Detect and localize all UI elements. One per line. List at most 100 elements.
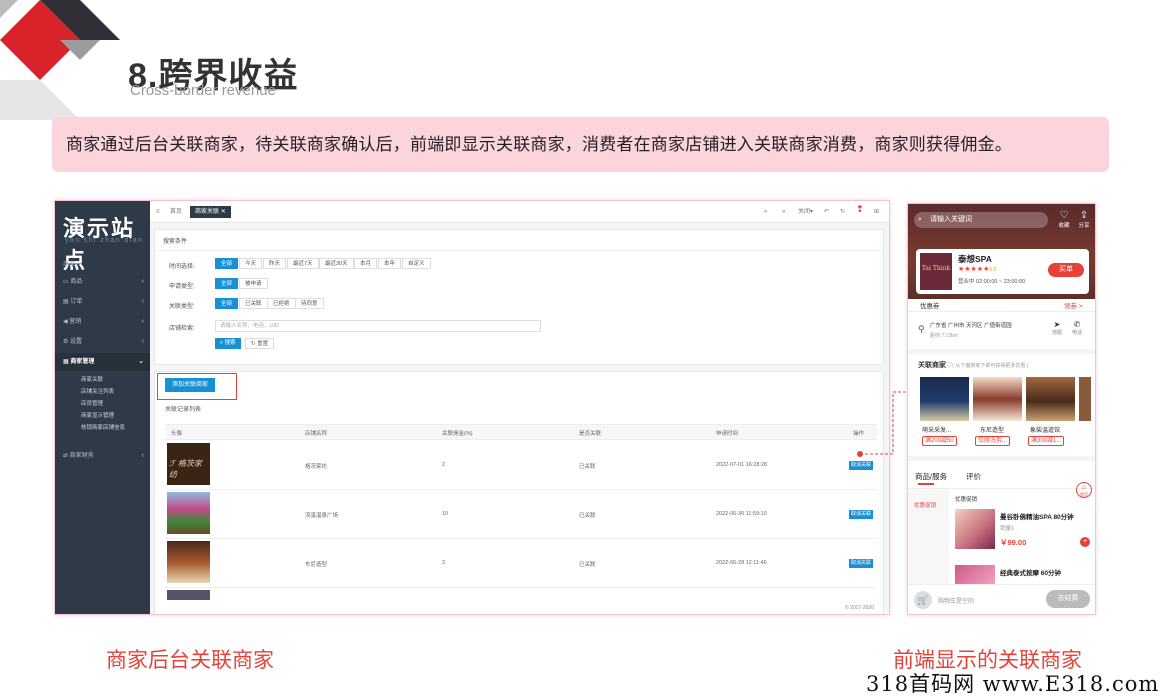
filter-option[interactable]: 昨天 bbox=[263, 258, 287, 269]
tab-indicator bbox=[918, 483, 934, 485]
coupon-more-link[interactable]: 领券 > bbox=[1064, 300, 1083, 310]
search-icon: ⌕ bbox=[918, 216, 922, 223]
product-name[interactable]: 曼谷卧佛精油SPA 80分钟 bbox=[1000, 511, 1074, 521]
tab-home[interactable]: 首页 bbox=[170, 206, 182, 218]
refresh-icon[interactable]: ↻ bbox=[840, 206, 845, 218]
related-store-image[interactable] bbox=[1079, 377, 1091, 421]
watermark: 318首码网 www.E318.com bbox=[866, 672, 1160, 696]
filter-option[interactable]: 最近30天 bbox=[319, 258, 354, 269]
table-header bbox=[165, 424, 877, 440]
sidebar-item-orders[interactable]: ▤ 订单 ‹ bbox=[55, 293, 150, 311]
close-icon[interactable]: ✕ bbox=[221, 209, 226, 215]
prev-icon[interactable]: « bbox=[764, 206, 767, 218]
mobile-search-input[interactable]: ⌕ 请输入关键词 bbox=[914, 212, 1048, 228]
search-button[interactable]: ⌕ 搜索 bbox=[215, 338, 241, 349]
share-button[interactable]: ⇪ 分享 bbox=[1076, 210, 1092, 229]
section-title: 优惠促销 bbox=[955, 497, 978, 503]
next-icon[interactable]: » bbox=[782, 206, 785, 218]
caption-admin: 商家后台关联商家 bbox=[106, 649, 274, 672]
related-store-image[interactable] bbox=[1026, 377, 1075, 421]
submenu-item[interactable]: 店员管理 bbox=[81, 399, 103, 410]
phone-icon: ✆ bbox=[1073, 320, 1081, 329]
related-store-name[interactable]: 象柴温道馆 bbox=[1030, 425, 1060, 434]
submenu-item[interactable]: 核销商家店铺信息 bbox=[81, 423, 125, 434]
cancel-relation-button[interactable]: 取消关联 bbox=[849, 559, 874, 568]
related-store-name[interactable]: 东尼造型 bbox=[980, 425, 1004, 434]
heart-icon: ♡ bbox=[1059, 210, 1069, 221]
sidebar-item-finance[interactable]: ⇄ 商家财务 ‹ bbox=[55, 447, 150, 465]
star-icon: ★★★★★ bbox=[958, 266, 990, 273]
close-menu[interactable]: 关闭▾ bbox=[798, 206, 813, 218]
home-float-button[interactable]: ⌂ 首页 bbox=[1076, 482, 1092, 498]
add-to-cart-button[interactable]: + bbox=[1080, 537, 1090, 547]
tab-goods[interactable]: 商品/服务 bbox=[915, 471, 947, 482]
related-title: 关联商家♡( 从下面商家下单可获得更多优惠 ) bbox=[918, 362, 1029, 369]
filter-option[interactable]: 全部 bbox=[215, 298, 239, 309]
store-avatar bbox=[167, 590, 210, 600]
settings-icon: ⚙ bbox=[63, 339, 71, 345]
sidebar-item-marketing[interactable]: ◀ 营销 ‹ bbox=[55, 313, 150, 331]
back-icon[interactable]: ↶ bbox=[824, 206, 829, 218]
sidebar-item-store[interactable]: ▦ 商家管理 ⌄ bbox=[55, 353, 150, 371]
cancel-relation-button[interactable]: 取消关联 bbox=[849, 510, 874, 519]
search-card-title: 搜索条件 bbox=[163, 239, 188, 245]
filter-option[interactable]: 今天 bbox=[239, 258, 263, 269]
coupon-label: 优惠券 bbox=[920, 303, 940, 310]
filter-option[interactable]: 本年 bbox=[378, 258, 402, 269]
filter-option[interactable]: 被申请 bbox=[239, 278, 268, 289]
notification-icon[interactable]: ❢ bbox=[856, 203, 864, 215]
product-name[interactable]: 经典泰式按摩 60分钟 bbox=[1000, 567, 1061, 577]
product-image[interactable] bbox=[955, 565, 995, 584]
cart-icon[interactable]: 🛒 bbox=[914, 591, 932, 609]
related-store-tag: 满200减50 bbox=[922, 436, 957, 446]
add-related-store-button[interactable]: 添加关联商家 bbox=[165, 378, 216, 392]
filter-option[interactable]: 最近7天 bbox=[287, 258, 319, 269]
filter-option[interactable]: 全部 bbox=[215, 258, 239, 269]
mobile-preview: ⌕ 请输入关键词 ♡ 收藏 ⇪ 分享 Tai Think 泰想SPA ★★★★★5.0… bbox=[907, 203, 1096, 615]
checkout-button[interactable]: 去结算 bbox=[1046, 590, 1090, 608]
store-name: 流溪温泉广场 bbox=[305, 513, 339, 519]
store-avatar bbox=[167, 492, 210, 534]
filter-option[interactable]: 已拒绝 bbox=[267, 298, 296, 309]
tab-store-relation[interactable]: 商家关联 ✕ bbox=[190, 206, 231, 218]
fullscreen-icon[interactable]: ⊞ bbox=[874, 206, 879, 218]
sidebar-item-settings[interactable]: ⚙ 设置 ‹ bbox=[55, 333, 150, 351]
admin-content: 搜索条件 时间选择: 全部 今天 昨天 最近7天 最近30天 本月 本年 自定义… bbox=[150, 223, 889, 614]
star-rating: ★★★★★5.0 bbox=[958, 266, 997, 273]
filter-option[interactable]: 待同意 bbox=[295, 298, 324, 309]
filter-option[interactable]: 本月 bbox=[354, 258, 378, 269]
sidebar-home[interactable]: 商家 › bbox=[63, 259, 79, 268]
product-image[interactable] bbox=[955, 509, 995, 549]
pay-button[interactable]: 买单 bbox=[1048, 263, 1084, 277]
related-store-image[interactable] bbox=[920, 377, 969, 421]
cancel-relation-button[interactable]: 取消关联 bbox=[849, 461, 874, 470]
call-button[interactable]: ✆ 电话 bbox=[1072, 320, 1082, 336]
filter-option[interactable]: 自定义 bbox=[402, 258, 431, 269]
admin-sidebar: 演示站点 yan shi zhan dian 商家 › ▭ 商品 ‹ ▤ 订单 ‹ … bbox=[55, 201, 150, 614]
cart-status: 购物车是空的 bbox=[938, 599, 975, 605]
related-store-name[interactable]: 萌采采发... bbox=[922, 425, 951, 434]
category-promo[interactable]: 优惠促销 bbox=[914, 501, 936, 509]
filter-option[interactable]: 已关联 bbox=[239, 298, 268, 309]
related-store-image[interactable] bbox=[973, 377, 1022, 421]
submenu-item[interactable]: 店铺关注列表 bbox=[81, 387, 114, 398]
map-button[interactable]: ➤ 地图 bbox=[1052, 320, 1062, 336]
submenu-item[interactable]: 商家关联 bbox=[81, 375, 103, 386]
copyright: © 2017-2020 bbox=[845, 605, 874, 611]
commission: 2 bbox=[442, 462, 446, 468]
product-price: ￥99.00 bbox=[1000, 538, 1027, 547]
tab-reviews[interactable]: 评价 bbox=[966, 471, 981, 482]
filter-option[interactable]: 全部 bbox=[215, 278, 239, 289]
commission: 10 bbox=[442, 511, 449, 517]
store-search-label: 店铺检索: bbox=[169, 326, 195, 332]
cart-bar: 🛒 购物车是空的 去结算 bbox=[908, 584, 1095, 614]
reset-button[interactable]: ↻ 重置 bbox=[245, 338, 275, 349]
submenu-item[interactable]: 商家显示管理 bbox=[81, 411, 114, 422]
store-search-input[interactable]: 请输入名称、电话、UID bbox=[215, 320, 541, 332]
fav-button[interactable]: ♡ 收藏 bbox=[1056, 210, 1072, 229]
shop-distance: 距你 7.13km bbox=[930, 333, 958, 339]
finance-icon: ⇄ bbox=[63, 453, 70, 459]
menu-toggle-icon[interactable]: ≡ bbox=[156, 206, 160, 218]
sidebar-item-goods[interactable]: ▭ 商品 ‹ bbox=[55, 273, 150, 291]
shop-logo: Tai Think bbox=[920, 253, 952, 290]
